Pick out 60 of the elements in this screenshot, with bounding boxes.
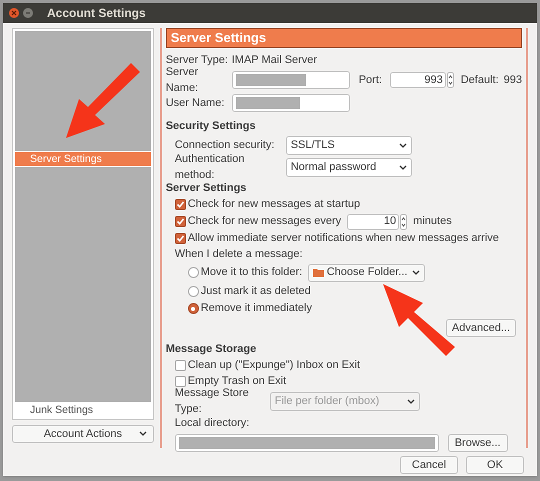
server-name-field[interactable] [232, 71, 350, 89]
interval-field[interactable]: 10 [347, 214, 400, 230]
local-directory-field[interactable] [174, 434, 439, 452]
checkbox-label: Check for new messages at startup [188, 197, 360, 212]
caret-icon [412, 270, 420, 275]
browse-button[interactable]: Browse... [448, 434, 508, 452]
field-label: Port: [358, 72, 383, 88]
field-label: When I delete a message: [174, 247, 303, 262]
port-field[interactable]: 993 [390, 72, 446, 88]
caret-icon [398, 164, 407, 170]
checkbox[interactable] [174, 199, 186, 210]
radio-label: Remove it immediately [200, 301, 312, 316]
field-value: 993 [504, 72, 522, 88]
field-label: Message Store Type: [174, 386, 250, 417]
minimize-icon[interactable] [23, 8, 33, 18]
caret-icon [138, 431, 147, 436]
choose-folder-button[interactable]: Choose Folder... [308, 264, 426, 282]
field-label: Default: [460, 72, 499, 88]
radio-label: Just mark it as deleted [200, 284, 311, 300]
caret-icon [406, 398, 415, 404]
advanced-button[interactable]: Advanced... [446, 319, 516, 337]
spinner-icon[interactable] [446, 72, 454, 88]
redaction-block [236, 74, 306, 86]
dialog-button[interactable]: OK [466, 456, 524, 474]
section-heading: Server Settings [166, 180, 246, 196]
checkbox[interactable] [174, 216, 186, 227]
field-label: Server Type: [166, 52, 229, 67]
checkbox-label: Empty Trash on Exit [188, 374, 286, 388]
field-label: Authentication method: [174, 152, 246, 183]
field-label: Server Name: [166, 64, 200, 96]
user-name-field[interactable] [232, 94, 350, 112]
field-label: Connection security: [174, 138, 276, 153]
panel-header: Server Settings [166, 28, 522, 48]
window-title: Account Settings [47, 5, 146, 22]
redaction-block [236, 97, 300, 109]
tree-item[interactable]: Junk Settings [15, 403, 151, 417]
folder-icon [312, 268, 324, 277]
field-label: User Name: [166, 96, 226, 111]
radio-button[interactable] [188, 267, 199, 278]
unit-label: minutes [413, 214, 452, 230]
close-icon[interactable] [9, 8, 19, 18]
section-heading: Security Settings [166, 118, 256, 134]
field-label: Local directory: [174, 416, 250, 431]
radio-button[interactable] [188, 286, 199, 297]
section-heading: Message Storage [166, 342, 256, 357]
caret-icon [398, 142, 407, 148]
account-actions-button[interactable]: Account Actions [12, 425, 154, 443]
spinner-icon[interactable] [400, 214, 408, 230]
dialog-button[interactable]: Cancel [400, 456, 458, 474]
dropdown[interactable]: Normal password [286, 158, 412, 176]
radio-label: Move it to this folder: [200, 265, 304, 280]
checkbox-label: Check for new messages every [188, 214, 342, 230]
checkbox-label: Clean up ("Expunge") Inbox on Exit [188, 358, 360, 373]
checkbox[interactable] [174, 360, 186, 370]
checkbox[interactable] [174, 233, 186, 244]
checkbox-label: Allow immediate server notifications when new messages arrive [188, 231, 499, 246]
field-value: IMAP Mail Server [232, 52, 318, 68]
radio-button[interactable] [188, 303, 199, 314]
dropdown[interactable]: SSL/TLS [286, 136, 412, 154]
checkbox[interactable] [174, 376, 186, 386]
